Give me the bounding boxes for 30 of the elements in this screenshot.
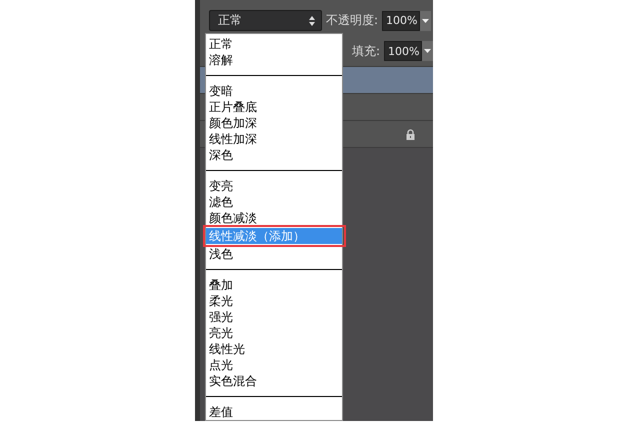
menu-item[interactable]: 颜色加深 bbox=[206, 115, 342, 131]
caret-icon bbox=[422, 18, 430, 22]
menu-item[interactable]: 正片叠底 bbox=[206, 99, 342, 115]
lock-icon bbox=[406, 128, 415, 140]
fill-field[interactable]: 100% bbox=[384, 41, 422, 61]
menu-item[interactable]: 浅色 bbox=[206, 246, 342, 262]
menu-item[interactable]: 正常 bbox=[206, 36, 342, 52]
menu-item[interactable]: 差值 bbox=[206, 404, 342, 420]
menu-item[interactable]: 柔光 bbox=[206, 293, 342, 309]
menu-item[interactable]: 溶解 bbox=[206, 52, 342, 68]
menu-item[interactable]: 强光 bbox=[206, 309, 342, 325]
blend-mode-select[interactable]: 正常 bbox=[209, 10, 322, 31]
menu-item[interactable]: 变暗 bbox=[206, 83, 342, 99]
dropdown-button[interactable] bbox=[420, 10, 432, 30]
fill-label: 填充: bbox=[352, 42, 380, 60]
menu-item[interactable]: 线性加深 bbox=[206, 131, 342, 147]
caret-icon bbox=[424, 49, 431, 53]
menu-item[interactable]: 颜色减淡 bbox=[206, 210, 342, 226]
opacity-field[interactable]: 100% bbox=[382, 10, 420, 30]
menu-item[interactable]: 点光 bbox=[206, 357, 342, 373]
menu-item[interactable]: 深色 bbox=[206, 147, 342, 163]
menu-item[interactable]: 叠加 bbox=[206, 277, 342, 293]
menu-item[interactable]: 实色混合 bbox=[206, 373, 342, 389]
menu-item[interactable]: 亮光 bbox=[206, 325, 342, 341]
menu-item[interactable]: 线性光 bbox=[206, 341, 342, 357]
dropdown-button[interactable] bbox=[422, 41, 433, 61]
up-down-icon bbox=[309, 16, 315, 26]
menu-item[interactable]: 变亮 bbox=[206, 178, 342, 194]
opacity-label: 不透明度: bbox=[326, 12, 378, 29]
menu-item[interactable]: 滤色 bbox=[206, 194, 342, 210]
